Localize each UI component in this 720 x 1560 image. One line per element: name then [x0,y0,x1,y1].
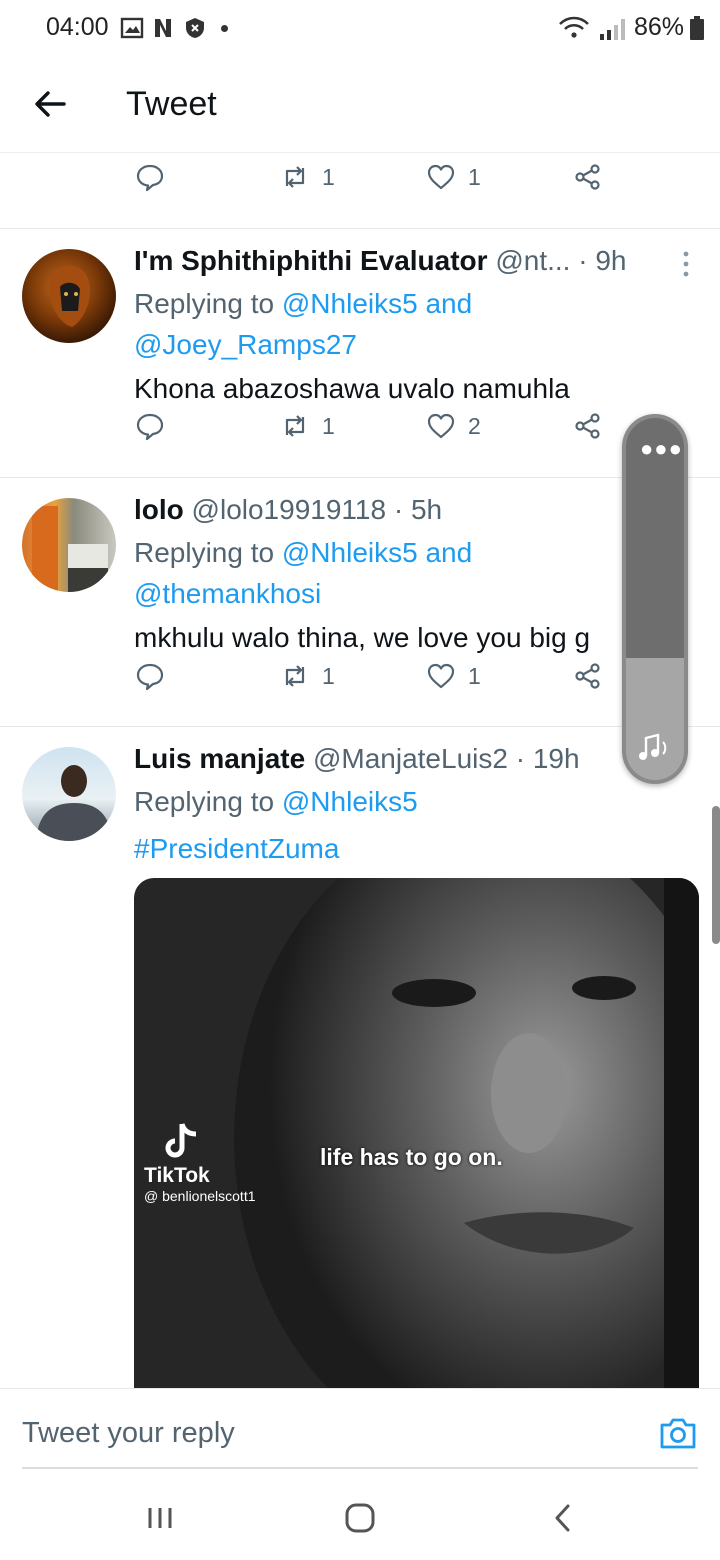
share-button[interactable] [573,661,603,691]
battery-percent: 86% [633,13,684,41]
retweet-icon [285,166,305,188]
retweet-button[interactable]: 1 [280,162,335,192]
handle: @ManjateLuis2 [312,743,508,774]
retweet-count: 1 [322,163,335,190]
share-icon [575,663,600,689]
tweet-header: lolo @lolo19919118 · 5h [134,494,442,526]
share-icon [575,413,600,439]
tweet-time: · 19h [515,743,580,774]
retweet-icon [285,415,305,437]
replying-to: Replying to @Nhleiks5 and @Joey_Ramps27 [134,283,472,365]
more-icon[interactable] [676,249,696,279]
video-caption: life has to go on. [320,1144,503,1170]
like-button[interactable]: 1 [426,162,481,192]
share-button[interactable] [573,411,603,441]
like-icon [427,164,455,190]
netflix-icon [155,19,171,37]
signal-icon [599,18,625,40]
hashtag-line: #PresidentZuma [134,828,339,869]
notification-dot [221,25,228,32]
retweet-count: 1 [322,662,335,689]
divider [0,477,720,478]
handle: @nt... [495,245,571,276]
like-count: 1 [468,662,481,689]
like-icon [427,413,455,439]
video-thumbnail[interactable]: TikTok @ benlionelscott1 life has to go … [134,878,699,1388]
more-icon[interactable]: ●●● [640,436,683,462]
mention-link[interactable]: @themankhosi [134,578,321,609]
tweet-actions: 1 1 [0,661,720,721]
handle: @lolo19919118 [191,494,387,525]
app-bar: Tweet [0,60,720,153]
reply-button[interactable] [135,661,165,691]
replying-to: Replying to @Nhleiks5 [134,781,418,822]
music-note-icon[interactable] [636,732,672,764]
tweet-header: I'm Sphithiphithi Evaluator @nt... · 9h [134,245,627,277]
tweet-text: mkhulu walo thina, we love you big g [134,622,591,653]
like-button[interactable]: 1 [426,661,481,691]
reply-composer: Tweet your reply [0,1388,720,1469]
reply-input[interactable]: Tweet your reply [22,1417,235,1450]
divider [0,228,720,229]
status-bar: 04:00 86% [0,0,720,60]
nav-back-icon[interactable] [546,1500,582,1536]
reply-button[interactable] [135,411,165,441]
back-arrow-icon[interactable] [28,82,72,126]
like-count: 2 [468,412,481,439]
reply-icon [136,413,164,441]
display-name[interactable]: I'm Sphithiphithi Evaluator [134,245,488,276]
replying-prefix: Replying to [134,288,275,319]
tweet-actions: 1 2 [0,411,720,471]
tweet-time: · 5h [393,494,443,525]
divider [0,726,720,727]
tiktok-brand: TikTok [144,1164,210,1187]
gallery-icon [120,17,144,39]
status-time: 04:00 [46,13,109,41]
retweet-button[interactable]: 1 [280,661,335,691]
share-button[interactable] [573,162,603,192]
replying-prefix: Replying to [134,786,275,817]
tiktok-username: @ benlionelscott1 [144,1188,256,1204]
tweet-time: · 9h [578,245,627,276]
tweet-actions: 1 1 [0,162,720,222]
retweet-icon [285,665,305,687]
battery-icon [690,15,704,40]
replying-prefix: Replying to [134,537,275,568]
mention-link[interactable]: @Joey_Ramps27 [134,329,357,360]
system-nav-bar [0,1470,720,1560]
reply-icon [136,164,164,192]
tweet-header: Luis manjate @ManjateLuis2 · 19h [134,743,580,775]
floating-panel[interactable]: ●●● [622,414,688,784]
tweet-text: Khona abazoshawa uvalo namuhla [134,373,570,404]
like-button[interactable]: 2 [426,411,481,441]
avatar[interactable] [22,249,116,343]
like-count: 1 [468,163,481,190]
like-icon [427,663,455,689]
hashtag-link[interactable]: #PresidentZuma [134,833,339,864]
display-name[interactable]: lolo [134,494,184,525]
home-icon[interactable] [342,1500,378,1536]
page-title: Tweet [126,85,217,123]
scrollbar-thumb[interactable] [712,806,720,944]
shield-icon [186,18,204,38]
retweet-count: 1 [322,412,335,439]
wifi-icon [559,16,589,38]
replying-to: Replying to @Nhleiks5 and @themankhosi [134,532,472,614]
tiktok-logo-icon [165,1123,197,1158]
reply-icon [136,663,164,691]
camera-icon[interactable] [658,1413,698,1453]
avatar[interactable] [22,747,116,841]
avatar[interactable] [22,498,116,592]
divider [22,1467,698,1469]
retweet-button[interactable]: 1 [280,411,335,441]
display-name[interactable]: Luis manjate [134,743,305,774]
reply-button[interactable] [135,162,165,192]
share-icon [575,164,600,190]
status-right: 86% [558,13,704,42]
recents-icon[interactable] [142,1500,178,1536]
mention-link[interactable]: @Nhleiks5 [282,786,418,817]
mention-link[interactable]: @Nhleiks5 and [282,288,472,319]
mention-link[interactable]: @Nhleiks5 and [282,537,472,568]
